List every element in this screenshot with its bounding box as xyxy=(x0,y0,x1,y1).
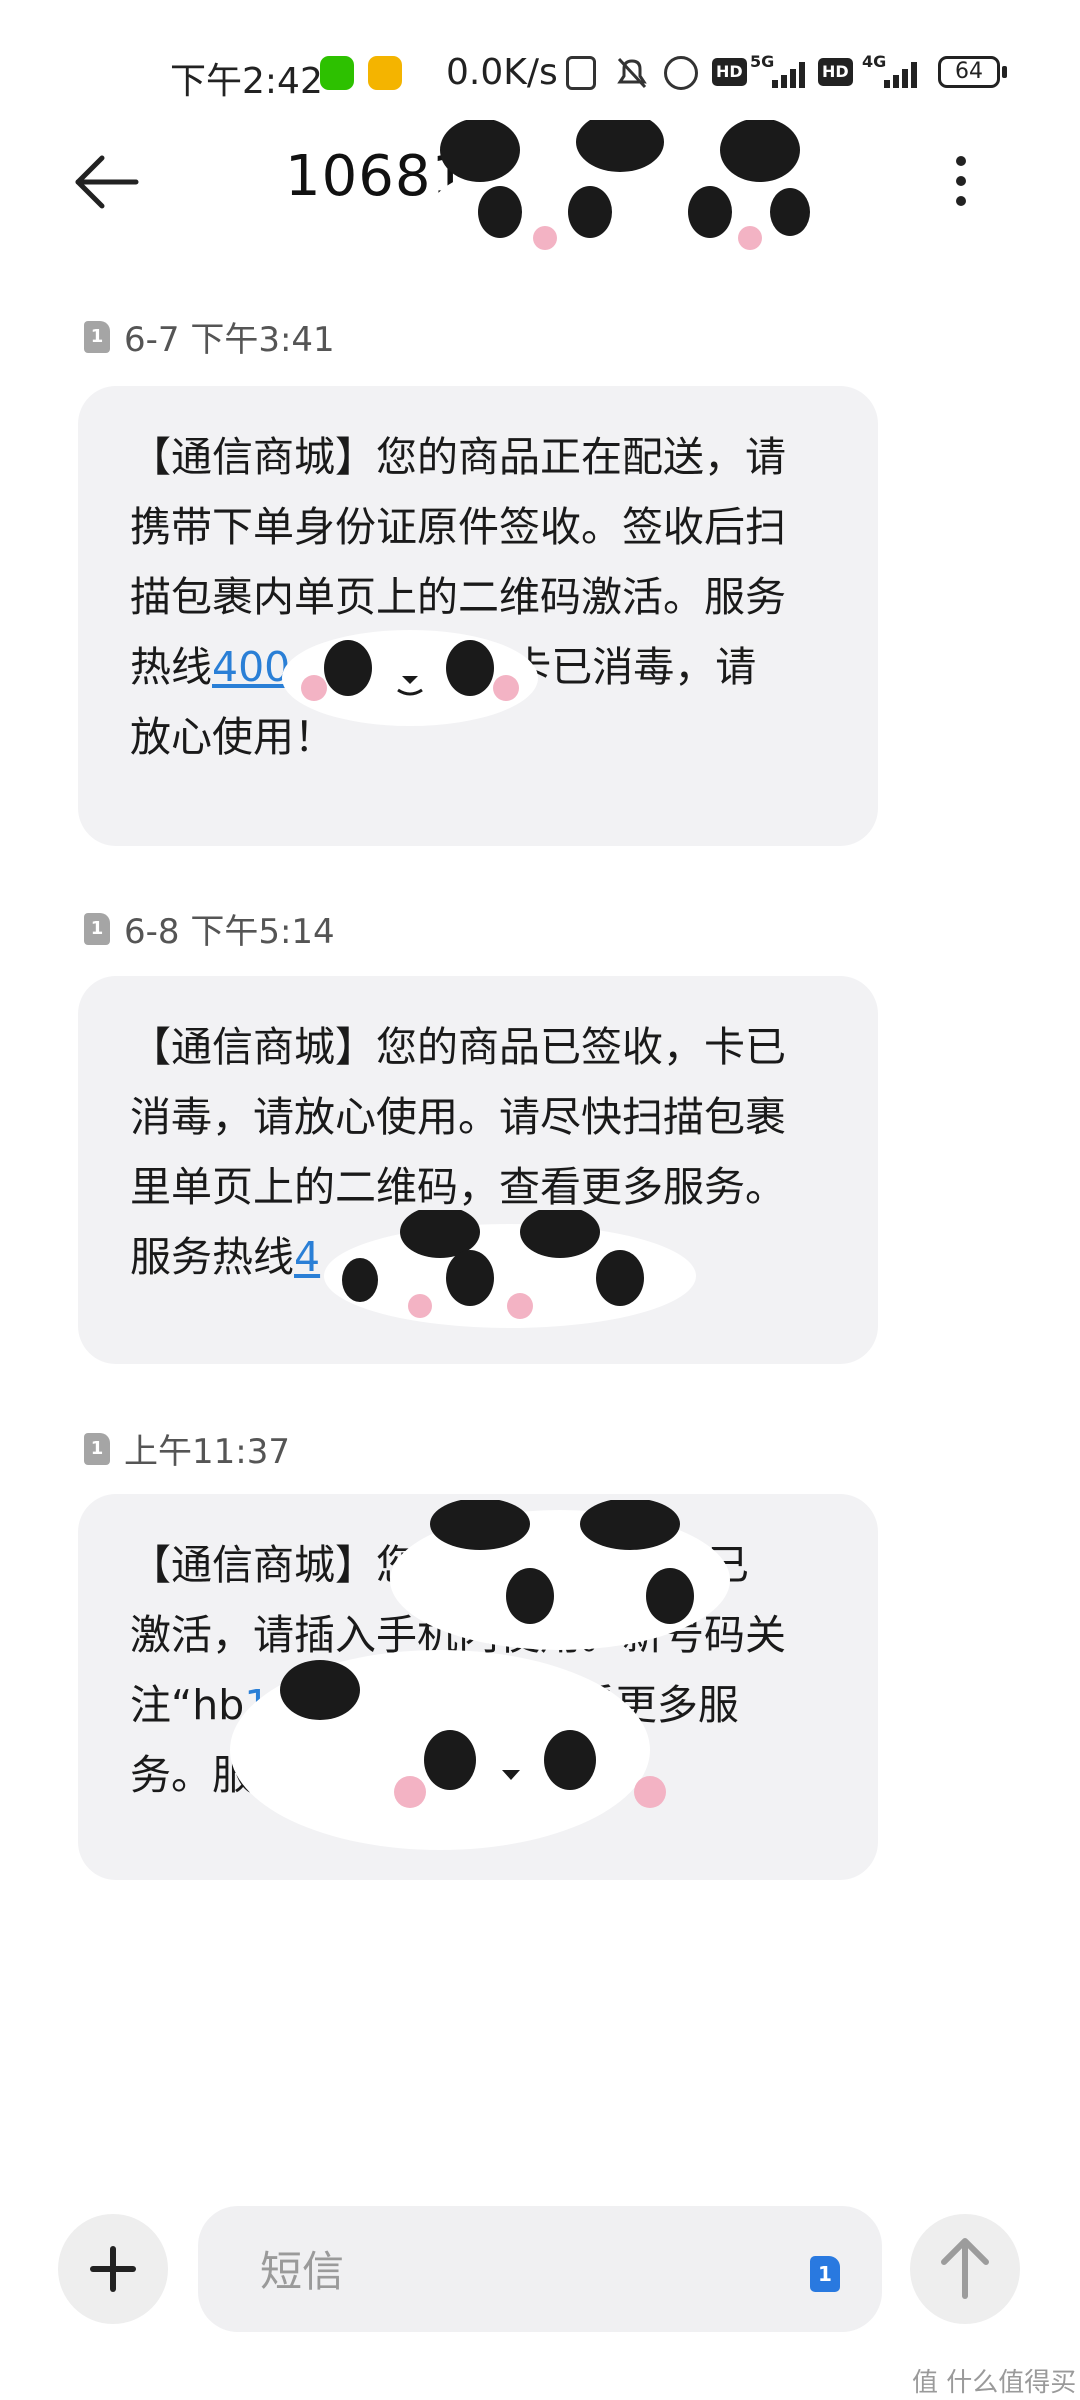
mute-icon xyxy=(617,57,647,89)
sim-selector-icon[interactable]: 1 xyxy=(810,2256,840,2292)
input-placeholder: 短信 xyxy=(260,2247,345,2296)
message-line: 【通信商城】您的商品已签收，卡已 xyxy=(130,1023,786,1071)
message-timestamp: 1 上午11:37 xyxy=(84,1424,290,1473)
sim-card-icon: 1 xyxy=(84,1432,110,1465)
sim-card-icon: 1 xyxy=(84,320,110,353)
panda-sticker xyxy=(430,120,830,260)
message-text: 注“hb xyxy=(130,1681,245,1729)
sim-card-icon: 1 xyxy=(84,912,110,945)
message-line: 消毒，请放心使用。请尽快扫描包裹 xyxy=(130,1093,786,1141)
panda-sticker xyxy=(230,1500,730,1850)
net-speed: 0.0K/s xyxy=(446,52,558,93)
panda-sticker xyxy=(324,1210,696,1328)
phone-link[interactable]: 400 xyxy=(212,643,290,691)
message-timestamp: 1 6-7 下午3:41 xyxy=(84,312,335,361)
timestamp-text: 上午11:37 xyxy=(124,1432,290,1472)
message-bubble[interactable]: 【通信商城】您的商品正在配送，请 携带下单身份证原件签收。签收后扫 描包裹内单页… xyxy=(78,386,878,846)
wechat-icon xyxy=(320,56,354,90)
message-line: 携带下单身份证原件签收。签收后扫 xyxy=(130,503,786,551)
nfc-icon xyxy=(566,56,596,90)
weibo-icon xyxy=(368,56,402,90)
signal-icon xyxy=(764,60,808,88)
message-text: 卡已消毒，请 xyxy=(510,643,757,691)
signal-icon xyxy=(880,60,924,88)
panda-sticker xyxy=(282,630,538,726)
message-text: 服务热线 xyxy=(130,1233,294,1281)
hd-icon: HD xyxy=(712,58,747,86)
message-input[interactable]: 短信 1 xyxy=(198,2206,882,2332)
alarm-icon xyxy=(664,56,698,90)
plus-icon[interactable] xyxy=(58,2214,168,2324)
hd-icon: HD xyxy=(818,58,853,86)
battery-icon: 64 xyxy=(938,56,1000,88)
message-timestamp: 1 6-8 下午5:14 xyxy=(84,904,335,953)
watermark: 值 什么值得买 xyxy=(912,2368,1077,2398)
status-time: 下午2:42 xyxy=(170,61,323,102)
phone-link[interactable]: 4 xyxy=(294,1233,320,1281)
message-text: 热线 xyxy=(130,643,212,691)
arrow-left-icon[interactable] xyxy=(72,152,142,212)
arrow-up-icon[interactable] xyxy=(910,2214,1020,2324)
battery-tip xyxy=(1002,66,1007,78)
status-bar: 下午2:42 0.0K/s HD 5G HD 4G 64 xyxy=(0,0,1080,130)
timestamp-text: 6-7 下午3:41 xyxy=(124,320,335,360)
composer-bar: 短信 1 xyxy=(0,2200,1080,2350)
message-line: 【通信商城】您的商品正在配送，请 xyxy=(130,433,786,481)
more-vertical-icon[interactable] xyxy=(940,150,982,212)
timestamp-text: 6-8 下午5:14 xyxy=(124,912,335,952)
